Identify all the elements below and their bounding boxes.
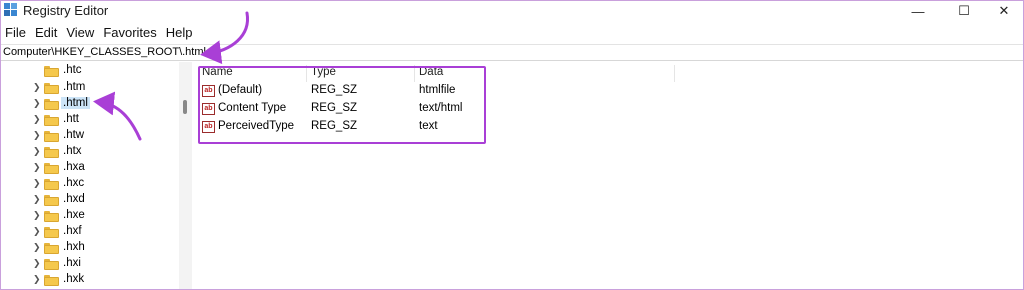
- tree-item[interactable]: ❯ .hxi: [1, 256, 179, 272]
- folder-icon: [44, 147, 59, 158]
- tree-item[interactable]: .htc: [1, 63, 179, 79]
- tree-item[interactable]: ❯ .htm: [1, 80, 179, 96]
- registry-editor-window: Registry Editor — ☐ ✕ File Edit View Fav…: [0, 0, 1024, 290]
- column-header-name[interactable]: Name: [202, 66, 233, 78]
- address-path[interactable]: Computer\HKEY_CLASSES_ROOT\.html: [3, 46, 206, 58]
- folder-icon: [44, 115, 59, 126]
- tree-item-label: .hxh: [63, 241, 85, 253]
- chevron-right-icon[interactable]: ❯: [33, 114, 41, 125]
- value-type: REG_SZ: [311, 84, 358, 96]
- registry-editor-app-icon: [4, 3, 18, 17]
- tree-item[interactable]: ❯ .hxc: [1, 176, 179, 192]
- tree-scrollbar[interactable]: [179, 62, 192, 289]
- string-value-icon: ab: [202, 103, 215, 115]
- tree-item-label: .htw: [63, 129, 85, 141]
- string-value-icon: ab: [202, 85, 215, 97]
- chevron-right-icon[interactable]: ❯: [33, 98, 41, 109]
- folder-icon: [44, 66, 59, 77]
- folder-icon: [44, 163, 59, 174]
- chevron-right-icon[interactable]: ❯: [33, 274, 41, 285]
- value-data: htmlfile: [419, 84, 456, 96]
- value-row[interactable]: ab (Default) REG_SZ htmlfile: [197, 82, 675, 100]
- column-divider[interactable]: [306, 65, 307, 82]
- minimize-icon: —: [911, 3, 925, 19]
- tree-item-label: .hxf: [63, 225, 82, 237]
- menu-favorites[interactable]: Favorites: [99, 23, 161, 43]
- folder-icon: [44, 131, 59, 142]
- tree-item-label: .hxi: [63, 257, 81, 269]
- tree-item[interactable]: ❯ .htt: [1, 112, 179, 128]
- chevron-right-icon[interactable]: ❯: [33, 146, 41, 157]
- tree-item-label: .htx: [63, 145, 82, 157]
- tree-item-selected[interactable]: ❯ .html: [1, 96, 179, 112]
- tree-item[interactable]: ❯ .hxf: [1, 224, 179, 240]
- minimize-button[interactable]: —: [895, 1, 941, 21]
- value-type: REG_SZ: [311, 120, 358, 132]
- folder-icon: [44, 179, 59, 190]
- column-divider[interactable]: [674, 65, 675, 82]
- chevron-right-icon[interactable]: ❯: [33, 162, 41, 173]
- value-name: PerceivedType: [218, 120, 295, 132]
- maximize-icon: ☐: [958, 3, 970, 18]
- tree-item-label: .hxk: [63, 273, 85, 285]
- folder-icon: [44, 259, 59, 270]
- tree-item-label: .htc: [63, 64, 82, 76]
- value-row[interactable]: ab PerceivedType REG_SZ text: [197, 118, 675, 136]
- chevron-right-icon[interactable]: ❯: [33, 226, 41, 237]
- tree-item-label: .hxe: [63, 209, 85, 221]
- column-divider[interactable]: [414, 65, 415, 82]
- tree-scrollbar-thumb[interactable]: [183, 100, 187, 114]
- tree-item[interactable]: ❯ .hxa: [1, 160, 179, 176]
- menu-file[interactable]: File: [1, 23, 31, 43]
- menu-help[interactable]: Help: [162, 23, 198, 43]
- key-tree-pane[interactable]: .htc ❯ .htm ❯ .html ❯ .htt ❯ .htw ❯ .htx ❯ .hx…: [1, 62, 192, 289]
- window-title: Registry Editor: [23, 3, 109, 18]
- folder-icon: [44, 275, 59, 286]
- value-row[interactable]: ab Content Type REG_SZ text/html: [197, 100, 675, 118]
- tree-item[interactable]: ❯ .hxk: [1, 272, 179, 288]
- close-button[interactable]: ✕: [981, 1, 1023, 21]
- chevron-right-icon[interactable]: ❯: [33, 210, 41, 221]
- chevron-right-icon[interactable]: ❯: [33, 130, 41, 141]
- value-data: text/html: [419, 102, 463, 114]
- string-value-icon: ab: [202, 121, 215, 133]
- tree-item[interactable]: ❯ .hxd: [1, 192, 179, 208]
- tree-item[interactable]: ❯ .htx: [1, 144, 179, 160]
- menu-bar: File Edit View Favorites Help: [1, 23, 198, 43]
- chevron-right-icon[interactable]: ❯: [33, 178, 41, 189]
- tree-item[interactable]: ❯ .htw: [1, 128, 179, 144]
- address-bar[interactable]: Computer\HKEY_CLASSES_ROOT\.html: [1, 44, 1023, 61]
- value-data: text: [419, 120, 438, 132]
- chevron-right-icon[interactable]: ❯: [33, 194, 41, 205]
- menu-edit[interactable]: Edit: [31, 23, 62, 43]
- tree-item-label: .hxd: [63, 193, 85, 205]
- values-list-pane[interactable]: Name Type Data ab (Default) REG_SZ htmlf…: [197, 62, 1023, 289]
- tree-item-label: .hxa: [63, 161, 85, 173]
- close-icon: ✕: [998, 3, 1010, 18]
- tree-item-label: .html: [61, 97, 90, 109]
- folder-icon: [44, 195, 59, 206]
- chevron-right-icon[interactable]: ❯: [33, 82, 41, 93]
- tree-item-label: .hxc: [63, 177, 85, 189]
- folder-icon: [44, 227, 59, 238]
- folder-icon: [44, 99, 59, 110]
- chevron-right-icon[interactable]: ❯: [33, 242, 41, 253]
- column-header-data[interactable]: Data: [419, 66, 443, 78]
- folder-icon: [44, 83, 59, 94]
- value-type: REG_SZ: [311, 102, 358, 114]
- folder-icon: [44, 211, 59, 222]
- tree-item-label: .htt: [63, 113, 79, 125]
- list-header: Name Type Data: [197, 65, 675, 82]
- folder-icon: [44, 243, 59, 254]
- tree-item-label: .htm: [63, 81, 86, 93]
- tree-item[interactable]: ❯ .hxe: [1, 208, 179, 224]
- menu-view[interactable]: View: [62, 23, 99, 43]
- column-header-type[interactable]: Type: [311, 66, 336, 78]
- tree-item[interactable]: ❯ .hxh: [1, 240, 179, 256]
- value-name: Content Type: [218, 102, 287, 114]
- chevron-right-icon[interactable]: ❯: [33, 258, 41, 269]
- value-name: (Default): [218, 84, 263, 96]
- title-bar: Registry Editor — ☐ ✕: [1, 1, 1023, 21]
